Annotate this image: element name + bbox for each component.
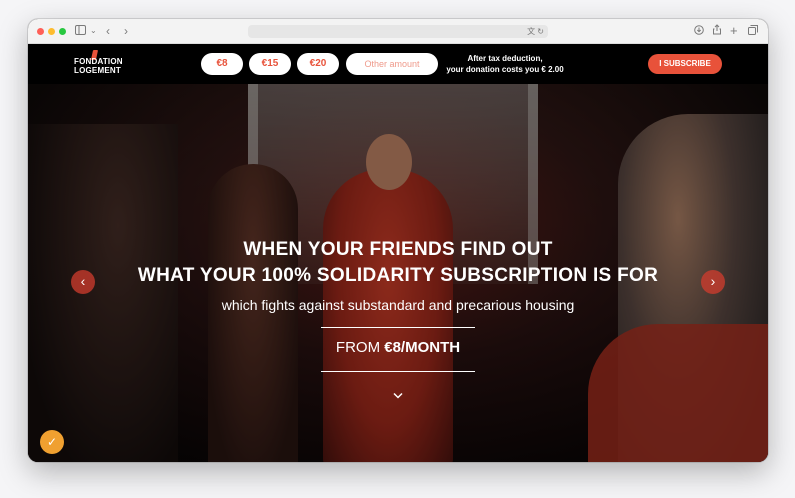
donation-bar: FONDATION LOGEMENT €8 €15 €20 Other amou…: [28, 44, 768, 84]
close-window-button[interactable]: [37, 28, 44, 35]
address-bar[interactable]: 文 ↻: [248, 25, 548, 38]
forward-icon[interactable]: ›: [124, 24, 128, 38]
chevron-right-icon: ›: [710, 273, 716, 289]
price-prefix: FROM: [335, 339, 381, 356]
divider-top: [321, 327, 475, 328]
new-tab-icon[interactable]: +: [730, 24, 738, 38]
translate-icon[interactable]: 文: [527, 27, 535, 36]
back-icon[interactable]: ‹: [106, 24, 110, 38]
tax-note: After tax deduction, your donation costs…: [430, 53, 580, 75]
next-slide-button[interactable]: ›: [701, 270, 725, 294]
check-icon: ✓: [46, 435, 58, 449]
reload-icon[interactable]: ↻: [537, 27, 544, 36]
headline-line1: WHEN YOUR FRIENDS FIND OUT: [243, 239, 553, 260]
scroll-down-button[interactable]: [392, 388, 404, 402]
zoom-window-button[interactable]: [59, 28, 66, 35]
minimize-window-button[interactable]: [48, 28, 55, 35]
hero-banner: WHEN YOUR FRIENDS FIND OUT WHAT YOUR 100…: [28, 84, 768, 462]
amount-8-button[interactable]: €8: [201, 53, 243, 75]
cookie-consent-badge[interactable]: ✓: [40, 430, 64, 454]
tax-line2: your donation costs you € 2.00: [446, 65, 564, 74]
tabs-overview-icon[interactable]: [748, 24, 758, 38]
chevron-down-icon[interactable]: ⌄: [90, 24, 97, 38]
price-value: €8/MONTH: [384, 339, 461, 356]
chevron-down-icon: [393, 392, 403, 399]
foundation-logo[interactable]: FONDATION LOGEMENT: [74, 50, 134, 78]
logo-line2: LOGEMENT: [74, 66, 121, 75]
share-icon[interactable]: [712, 24, 722, 38]
headline-line2: WHAT YOUR 100% SOLIDARITY SUBSCRIPTION I…: [137, 265, 659, 286]
browser-window: ⌄ ‹ › 文 ↻ + FONDATION LOGEMENT €8 €15 €2…: [28, 19, 768, 462]
subheadline: which fights against substandard and pre…: [221, 297, 575, 313]
amount-15-button[interactable]: €15: [249, 53, 291, 75]
web-page: FONDATION LOGEMENT €8 €15 €20 Other amou…: [28, 44, 768, 462]
amount-20-button[interactable]: €20: [297, 53, 339, 75]
tax-line1: After tax deduction,: [467, 54, 543, 63]
price-text: FROM €8/MONTH: [28, 339, 768, 356]
divider-bottom: [321, 371, 475, 372]
download-icon[interactable]: [694, 24, 704, 38]
browser-toolbar: ⌄ ‹ › 文 ↻ +: [28, 19, 768, 44]
sidebar-icon[interactable]: [75, 24, 86, 38]
subscribe-button[interactable]: I SUBSCRIBE: [648, 54, 722, 74]
logo-line1: FONDATION: [74, 57, 123, 66]
other-amount-button[interactable]: Other amount: [346, 53, 438, 75]
chevron-left-icon: ‹: [80, 273, 86, 289]
previous-slide-button[interactable]: ‹: [71, 270, 95, 294]
